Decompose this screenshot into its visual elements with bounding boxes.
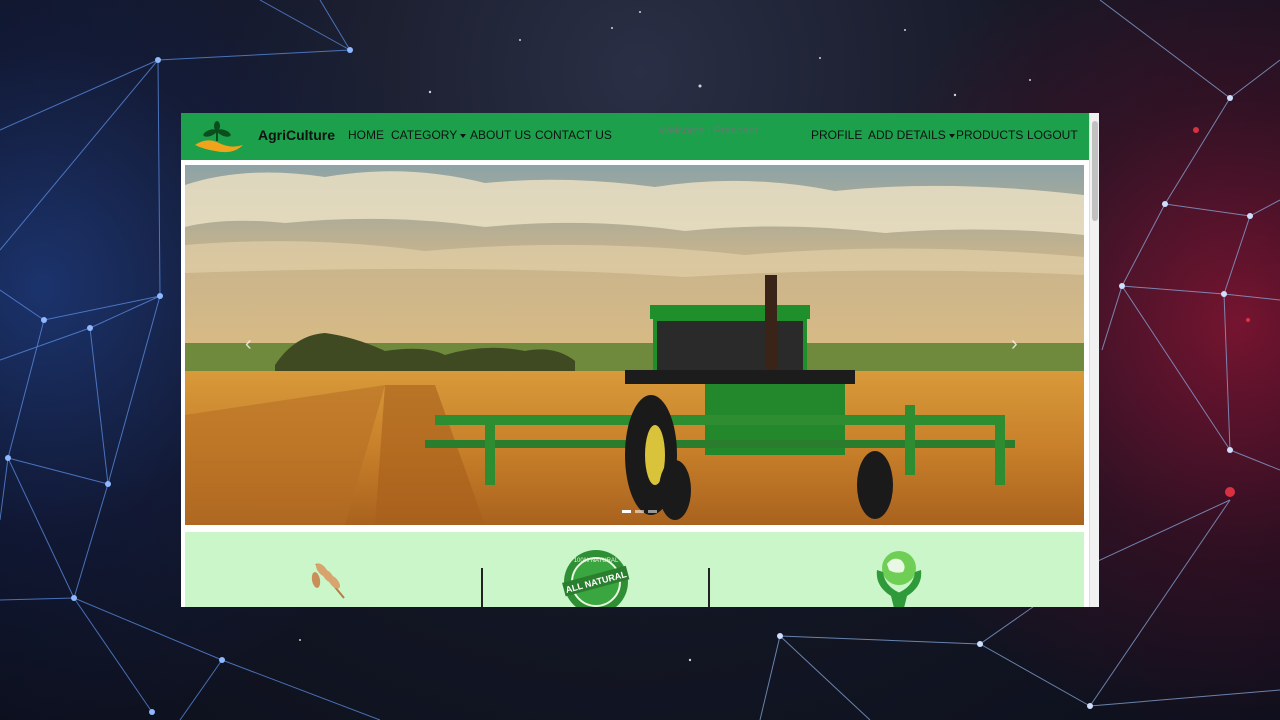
- badge-ring-text: 100% NATURAL: [574, 558, 619, 564]
- nav-add-details-dropdown[interactable]: ADD DETAILS: [868, 128, 955, 142]
- page-scrollbar[interactable]: [1089, 113, 1099, 607]
- nav-contact-us[interactable]: CONTACT US: [535, 128, 612, 142]
- welcome-message: Welcome ! Prashant: [659, 125, 758, 137]
- caret-down-icon: [948, 133, 955, 138]
- website-window: AgriCulture HOME CATEGORY ABOUT US CONTA…: [181, 113, 1099, 607]
- feature-divider: [481, 568, 483, 607]
- carousel-indicator[interactable]: [648, 510, 657, 513]
- hero-carousel: ‹ ›: [185, 165, 1084, 525]
- carousel-indicator[interactable]: [635, 510, 644, 513]
- features-section: ALL NATURAL 100% NATURAL: [185, 532, 1084, 607]
- wheat-icon: [311, 563, 345, 599]
- brand-name[interactable]: AgriCulture: [258, 127, 335, 143]
- earth-in-hands-icon: [876, 551, 922, 607]
- all-natural-badge: ALL NATURAL 100% NATURAL: [562, 550, 630, 607]
- feature-divider: [708, 568, 710, 607]
- nav-products[interactable]: PRODUCTS: [956, 128, 1023, 142]
- nav-products-label: PRODUCTS: [956, 128, 1024, 142]
- carousel-indicator[interactable]: [622, 510, 631, 513]
- nav-category-label: CATEGORY: [391, 128, 458, 142]
- caret-down-icon: [460, 133, 467, 138]
- navbar: AgriCulture HOME CATEGORY ABOUT US CONTA…: [181, 113, 1089, 160]
- nav-logout-label: LOGOUT: [1027, 128, 1078, 142]
- nav-home-label: HOME: [348, 128, 384, 142]
- nav-logout[interactable]: LOGOUT: [1027, 128, 1078, 142]
- agriculture-logo-icon: [195, 121, 243, 153]
- nav-profile-label: PROFILE: [811, 128, 863, 142]
- scrollbar-thumb[interactable]: [1092, 121, 1098, 221]
- tractor-field-image: [185, 165, 1084, 525]
- nav-profile[interactable]: PROFILE: [811, 128, 862, 142]
- nav-about-us-label: ABOUT US: [470, 128, 532, 142]
- carousel-indicators: [622, 510, 657, 513]
- carousel-prev-button[interactable]: ‹: [245, 333, 252, 356]
- nav-category-dropdown[interactable]: CATEGORY: [391, 128, 467, 142]
- nav-about-us[interactable]: ABOUT US: [470, 128, 531, 142]
- nav-contact-us-label: CONTACT US: [535, 128, 612, 142]
- nav-home[interactable]: HOME: [348, 128, 384, 142]
- nav-add-details-label: ADD DETAILS: [868, 128, 946, 142]
- carousel-next-button[interactable]: ›: [1011, 333, 1018, 356]
